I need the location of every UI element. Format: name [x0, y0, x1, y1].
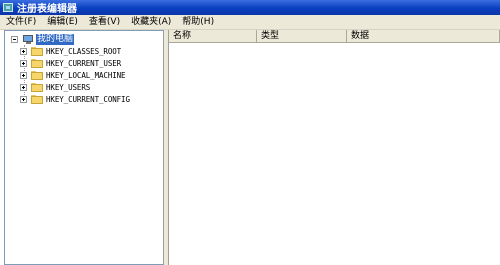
collapse-icon[interactable]	[11, 36, 18, 43]
folder-icon	[31, 71, 43, 80]
tree-item-label[interactable]: HKEY_CURRENT_CONFIG	[46, 94, 130, 105]
tree-root-label[interactable]: 我的电脑	[36, 34, 75, 45]
computer-icon	[23, 35, 34, 44]
column-header-name[interactable]: 名称	[169, 30, 257, 43]
registry-editor-icon	[3, 3, 13, 12]
tree-item-hkey-classes-root[interactable]: HKEY_CLASSES_ROOT	[20, 46, 121, 57]
tree-item-label[interactable]: HKEY_USERS	[46, 82, 90, 93]
folder-icon	[31, 47, 43, 56]
folder-icon	[31, 59, 43, 68]
folder-icon	[31, 95, 43, 104]
menu-help[interactable]: 帮助(H)	[176, 15, 219, 29]
title-bar[interactable]: 注册表编辑器	[0, 0, 500, 15]
menu-favorites[interactable]: 收藏夹(A)	[125, 15, 176, 29]
list-header: 名称 类型 数据	[169, 30, 500, 43]
tree-root-my-computer[interactable]: 我的电脑	[11, 34, 75, 45]
tree-item-label[interactable]: HKEY_CLASSES_ROOT	[46, 46, 121, 57]
column-header-data[interactable]: 数据	[347, 30, 500, 43]
expand-icon[interactable]	[20, 84, 27, 91]
expand-icon[interactable]	[20, 72, 27, 79]
menu-view[interactable]: 查看(V)	[83, 15, 125, 29]
registry-tree[interactable]: 我的电脑 HKEY_CLASSES_ROOT HKEY_CURRENT_USER…	[4, 30, 164, 265]
tree-item-hkey-users[interactable]: HKEY_USERS	[20, 82, 90, 93]
tree-item-label[interactable]: HKEY_CURRENT_USER	[46, 58, 121, 69]
menu-file[interactable]: 文件(F)	[0, 15, 41, 29]
tree-item-hkey-current-config[interactable]: HKEY_CURRENT_CONFIG	[20, 94, 130, 105]
menu-edit[interactable]: 编辑(E)	[41, 15, 83, 29]
window-title: 注册表编辑器	[17, 4, 77, 15]
folder-icon	[31, 83, 43, 92]
expand-icon[interactable]	[20, 60, 27, 67]
tree-item-label[interactable]: HKEY_LOCAL_MACHINE	[46, 70, 126, 81]
tree-item-hkey-local-machine[interactable]: HKEY_LOCAL_MACHINE	[20, 70, 126, 81]
tree-item-hkey-current-user[interactable]: HKEY_CURRENT_USER	[20, 58, 121, 69]
value-list[interactable]: 名称 类型 数据	[168, 30, 500, 265]
column-header-type[interactable]: 类型	[257, 30, 347, 43]
expand-icon[interactable]	[20, 48, 27, 55]
expand-icon[interactable]	[20, 96, 27, 103]
menu-bar: 文件(F) 编辑(E) 查看(V) 收藏夹(A) 帮助(H)	[0, 15, 500, 30]
